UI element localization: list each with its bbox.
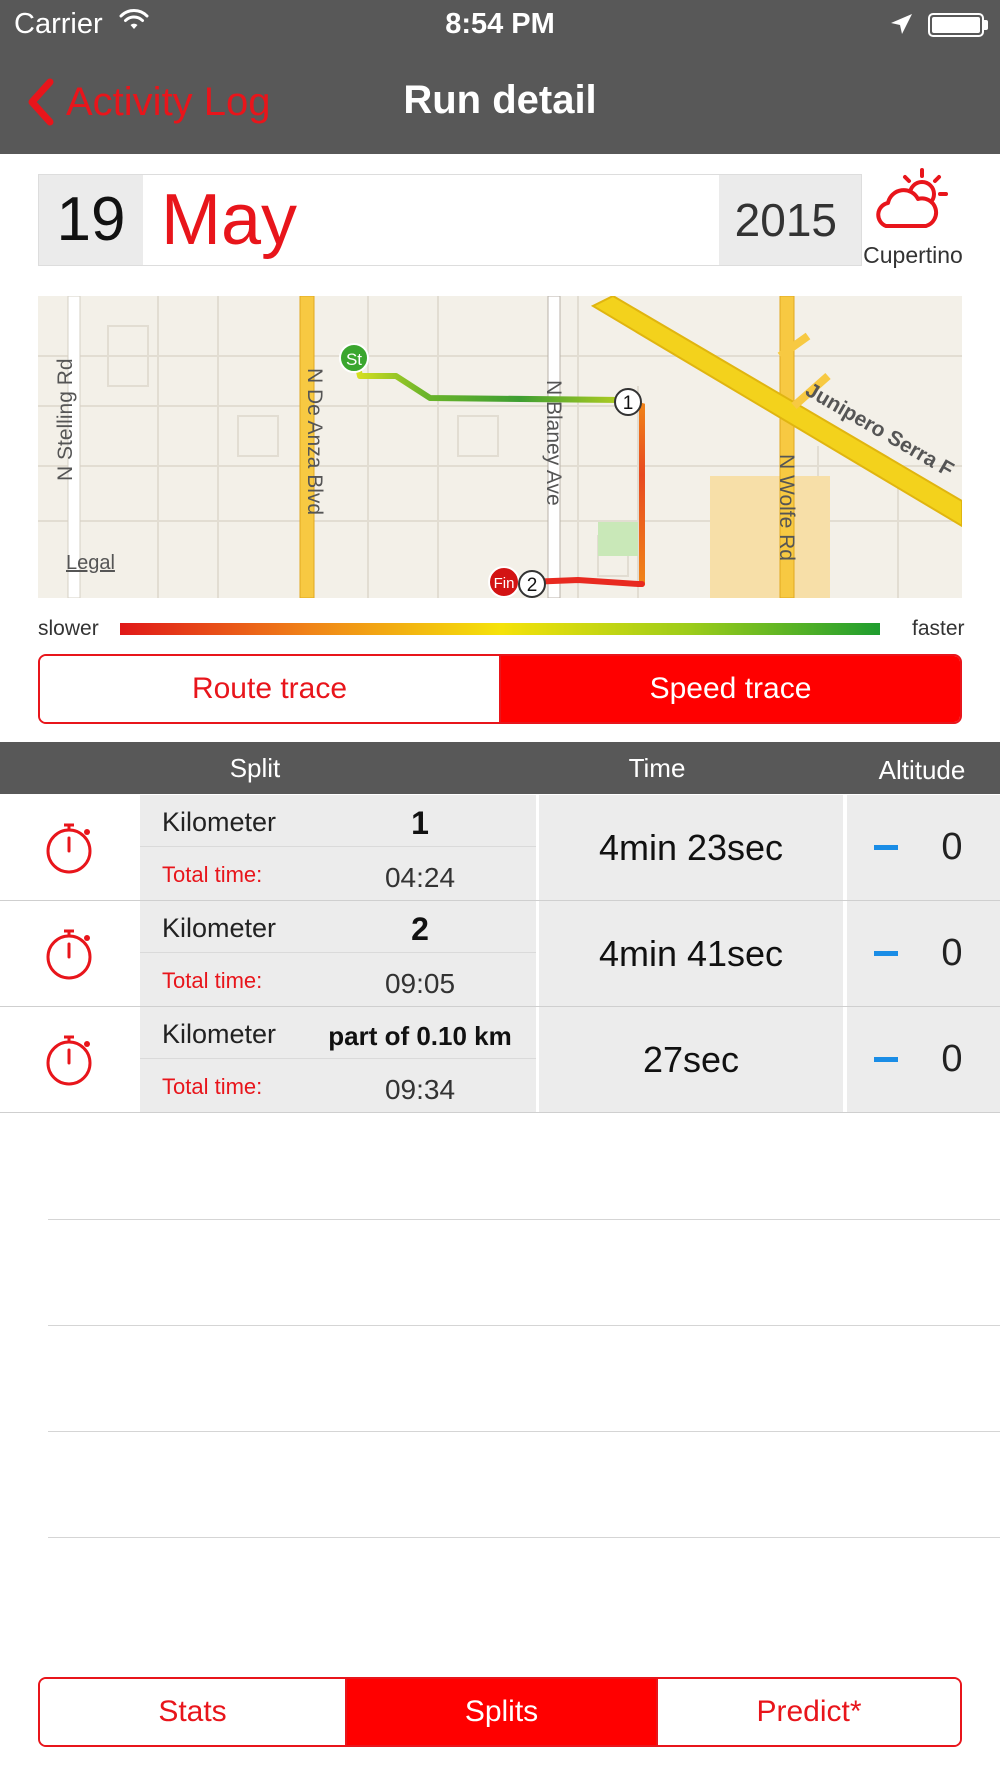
route-trace-button[interactable]: Route trace (40, 656, 499, 722)
split-time: 4min 41sec (537, 901, 843, 1006)
kilometer-label: Kilometer (162, 1019, 277, 1049)
tab-splits[interactable]: Splits (345, 1679, 656, 1745)
altitude-cell: 0 (845, 795, 1000, 900)
location-arrow-icon (888, 12, 914, 43)
split-cell: Kilometer part of 0.10 km Total time: 09… (140, 1007, 536, 1112)
bottom-tab-bar: Stats Splits Predict* (38, 1677, 962, 1747)
speed-gradient-bar (120, 623, 880, 635)
minus-icon (874, 1057, 898, 1062)
km1-marker[interactable]: 1 (614, 388, 642, 416)
kilometer-label: Kilometer (162, 807, 277, 837)
legend-faster-label: faster (912, 617, 965, 640)
kilometer-value: 2 (411, 911, 429, 947)
weather-city: Cupertino (863, 242, 963, 268)
finish-marker[interactable]: Fin (488, 566, 520, 598)
empty-row-divider (48, 1219, 1000, 1220)
street-label-de-anza: N De Anza Blvd (303, 368, 326, 515)
total-time-value: 09:34 (384, 1074, 456, 1105)
empty-row-divider (48, 1431, 1000, 1432)
header-time: Time (628, 753, 686, 783)
kilometer-label: Kilometer (162, 913, 277, 943)
date-row: 19 May 2015 (38, 174, 862, 266)
status-bar: Carrier 8:54 PM (0, 0, 1000, 50)
splits-table-header: Split Time Altitude (0, 742, 1000, 794)
split-time: 27sec (537, 1007, 843, 1112)
partly-cloudy-icon (872, 168, 952, 243)
date-month: May (161, 180, 298, 260)
battery-tip (984, 20, 988, 30)
street-label-wolfe: N Wolfe Rd (775, 454, 798, 561)
split-cell: Kilometer 1 Total time: 04:24 (140, 795, 536, 900)
route-map[interactable]: N Stelling Rd N De Anza Blvd N Blaney Av… (38, 296, 962, 598)
km1-marker-label: 1 (623, 393, 634, 414)
stopwatch-icon (0, 901, 140, 1006)
top-bar: Carrier 8:54 PM Activity Log Run detail (0, 0, 1000, 154)
table-row[interactable]: Kilometer 1 Total time: 04:24 4min 23sec… (0, 795, 1000, 901)
date-day: 19 (56, 185, 126, 254)
altitude-value: 0 (941, 932, 963, 974)
total-time-label: Total time: (162, 862, 263, 887)
split-cell: Kilometer 2 Total time: 09:05 (140, 901, 536, 1006)
trace-toggle: Route trace Speed trace (38, 654, 962, 724)
page-title: Run detail (403, 78, 597, 122)
km2-marker-label: 2 (527, 575, 538, 596)
legend-slower-label: slower (38, 617, 99, 640)
split-time: 4min 23sec (537, 795, 843, 900)
date-year: 2015 (734, 194, 837, 246)
kilometer-value: 1 (411, 805, 429, 841)
total-time-value: 04:24 (384, 862, 456, 893)
table-row[interactable]: Kilometer part of 0.10 km Total time: 09… (0, 1007, 1000, 1113)
start-marker-label: St (346, 350, 362, 369)
stopwatch-icon (0, 1007, 140, 1112)
tab-stats[interactable]: Stats (40, 1679, 345, 1745)
street-label-stelling: N Stelling Rd (54, 358, 77, 481)
kilometer-value: part of 0.10 km (328, 1021, 512, 1051)
map-legal-link[interactable]: Legal (66, 552, 115, 574)
minus-icon (874, 845, 898, 850)
minus-icon (874, 951, 898, 956)
km2-marker[interactable]: 2 (518, 570, 546, 598)
altitude-cell: 0 (845, 1007, 1000, 1112)
status-time: 8:54 PM (445, 8, 555, 40)
empty-row-divider (48, 1325, 1000, 1326)
altitude-value: 0 (941, 826, 963, 868)
empty-row-divider (48, 1537, 1000, 1538)
tab-predict[interactable]: Predict* (656, 1679, 960, 1745)
header-altitude: Altitude (878, 755, 966, 785)
total-time-label: Total time: (162, 968, 263, 993)
altitude-value: 0 (941, 1038, 963, 1080)
table-row[interactable]: Kilometer 2 Total time: 09:05 4min 41sec… (0, 901, 1000, 1007)
total-time-value: 09:05 (384, 968, 456, 999)
stopwatch-icon (0, 795, 140, 900)
speed-trace-button[interactable]: Speed trace (499, 656, 960, 722)
total-time-label: Total time: (162, 1074, 263, 1099)
battery-icon (928, 13, 984, 37)
finish-marker-label: Fin (494, 575, 515, 592)
header-split: Split (229, 753, 281, 783)
altitude-cell: 0 (845, 901, 1000, 1006)
start-marker[interactable]: St (339, 343, 369, 373)
date-month-box: May (143, 175, 719, 265)
